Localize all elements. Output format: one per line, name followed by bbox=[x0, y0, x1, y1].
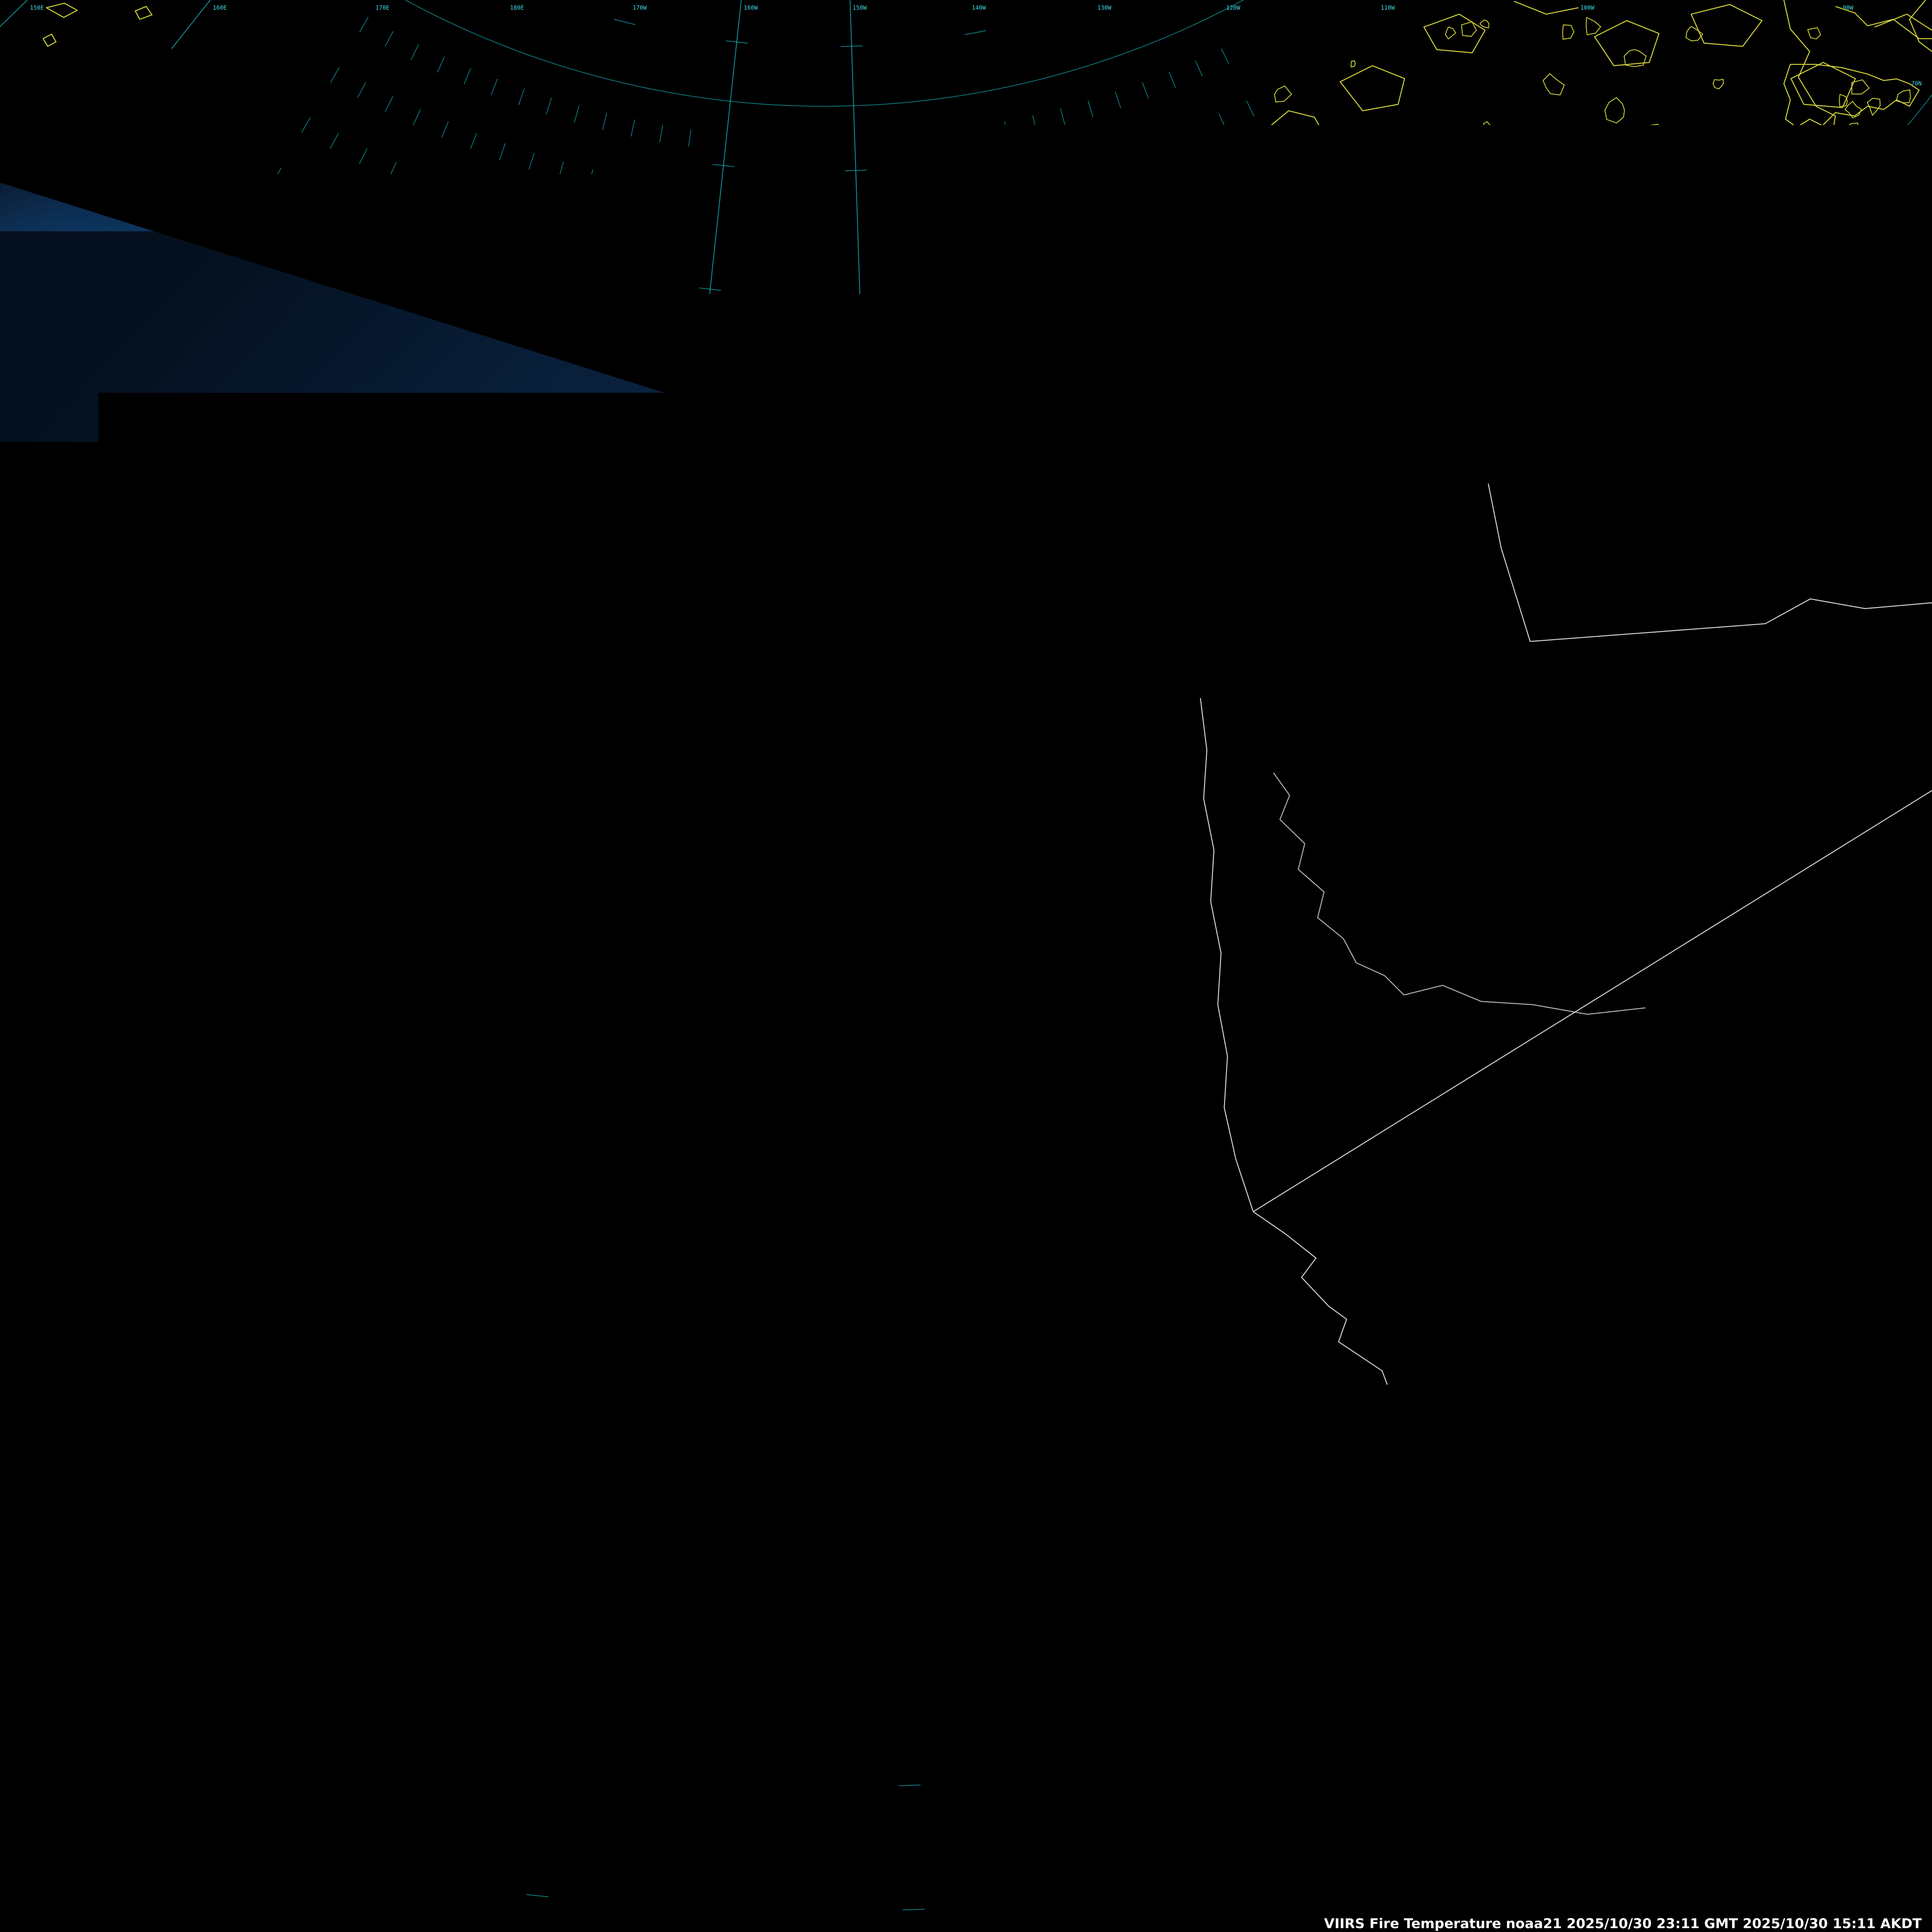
graticule-label: 150W bbox=[965, 1923, 980, 1930]
caption-text: VIIRS Fire Temperature noaa21 2025/10/30… bbox=[1324, 1916, 1922, 1932]
graticule-label: 60N bbox=[4, 1078, 14, 1085]
graticule-label: 90W bbox=[1843, 4, 1854, 11]
graticule-label: 110W bbox=[1381, 4, 1395, 11]
open-cell-cumulus-field bbox=[0, 1320, 612, 1932]
graticule-label: 170W bbox=[148, 1923, 162, 1930]
graticule-label: 150W bbox=[853, 4, 867, 11]
graticule-label: 50N bbox=[1911, 1603, 1922, 1610]
graticule-label: 120W bbox=[1226, 4, 1240, 11]
graticule-label: 160E bbox=[213, 4, 227, 11]
graticule-label: 140W bbox=[972, 4, 986, 11]
graticule-label: 130W bbox=[1097, 4, 1112, 11]
graticule-label: 100W bbox=[1580, 4, 1595, 11]
graticule-label: 50N bbox=[4, 1727, 14, 1734]
graticule-label: 170E bbox=[376, 4, 389, 11]
graticule-label: 150E bbox=[30, 4, 44, 11]
graticule-label: 160W bbox=[744, 4, 758, 11]
graticule-label: 170W bbox=[633, 4, 647, 11]
graticule-minor-tick bbox=[801, 313, 802, 330]
graticule-label: 180E bbox=[510, 4, 524, 11]
viirs-satellite-scene: 150E 160E 170E 180E 170W 160W 150W 140W 130W 120W… bbox=[0, 0, 1932, 1932]
graticule-label: 160W bbox=[565, 1923, 579, 1930]
